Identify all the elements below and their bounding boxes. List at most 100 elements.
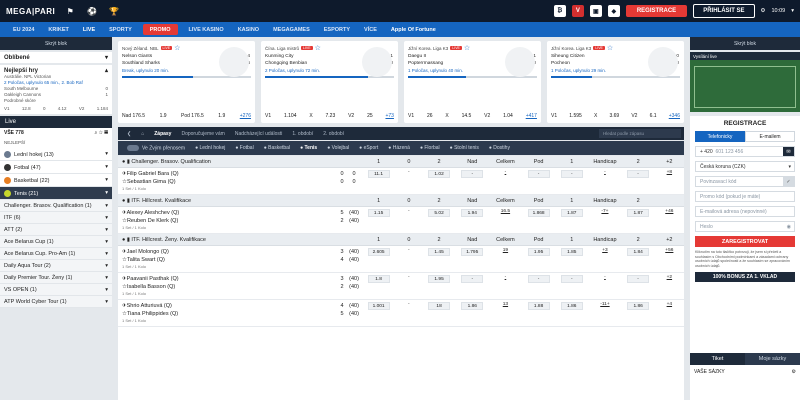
odd-button[interactable]: 11.1 xyxy=(367,170,390,178)
phone-prefix[interactable]: + 420 xyxy=(700,149,713,155)
star-icon[interactable]: ☆ xyxy=(99,130,103,136)
star-icon[interactable]: ☆ xyxy=(174,44,180,52)
odd-value[interactable]: 3.69 xyxy=(609,113,619,119)
odd-button[interactable]: 1.95 xyxy=(527,248,550,256)
shield-icon[interactable]: ◆ xyxy=(607,5,620,17)
odd-button[interactable]: 1.001 xyxy=(367,302,390,310)
detailed-score-link[interactable]: Podrobné skóre xyxy=(4,98,108,104)
odd-button[interactable]: 1.86 xyxy=(560,302,583,310)
league-item[interactable]: VS OPEN (1) ▾ xyxy=(0,284,112,296)
odd-button[interactable]: - xyxy=(627,170,650,178)
gift-icon[interactable]: ▣ xyxy=(589,5,602,17)
match-search-input[interactable]: Hledat podle zápasu xyxy=(599,129,681,138)
toggle-switch[interactable] xyxy=(127,144,139,151)
odd-button[interactable]: - xyxy=(604,275,606,280)
bitcoin-icon[interactable]: ₿ xyxy=(553,5,566,17)
nav-live-kasino[interactable]: LIVE KASINO xyxy=(182,22,231,37)
tab-matches[interactable]: Zápasy xyxy=(149,131,176,137)
odd-button[interactable]: 16.5 xyxy=(501,209,510,214)
odd-value[interactable]: 0 xyxy=(43,106,46,112)
hide-block-button[interactable]: Skrýt blok xyxy=(0,37,112,50)
match-row[interactable]: ✈ Shrio Atturiuvá (Q) 4 (40) ☆ Tiana Philip… xyxy=(118,300,684,327)
odd-button[interactable]: 13 xyxy=(503,302,508,307)
odd-button[interactable]: - xyxy=(527,275,550,283)
chevron-up-icon[interactable]: ▴ xyxy=(105,67,108,74)
register-submit-button[interactable]: ZAREGISTROVAT xyxy=(695,236,795,247)
email-field[interactable]: E-mailová adresa (nepovinné) xyxy=(695,206,795,217)
odd-button[interactable]: +3 xyxy=(602,248,607,253)
odd-button[interactable]: 1.8 xyxy=(367,275,390,283)
odd-value[interactable]: 12.8 xyxy=(22,106,31,112)
more-markets-link[interactable]: +417 xyxy=(526,113,537,119)
odd-button[interactable]: 1.87 xyxy=(560,209,583,217)
odd-button[interactable]: 2.605 xyxy=(367,248,390,256)
tab-my-bets[interactable]: Moje sázky xyxy=(745,353,800,365)
sport-filter[interactable]: ● Dostihy xyxy=(484,145,515,151)
nav-kasino[interactable]: KASINO xyxy=(231,22,266,37)
promo-code-optional-field[interactable]: Promo kód (pokud je máte) xyxy=(695,191,795,202)
odd-button[interactable]: 1.15 xyxy=(367,209,390,217)
settings-icon[interactable]: ⚙ xyxy=(792,369,796,375)
sport-filter[interactable]: ● eSport xyxy=(354,145,383,151)
odd-button[interactable]: 1.87 xyxy=(627,209,650,217)
odd-button[interactable]: 1.868 xyxy=(527,209,550,217)
odd-button[interactable]: 1.02 xyxy=(428,170,451,178)
sport-filter[interactable]: ● Tenis xyxy=(295,145,322,151)
grid-icon[interactable]: ▦ xyxy=(104,130,108,136)
league-item[interactable]: ATT (2) ▾ xyxy=(0,224,112,236)
match-row[interactable]: ✈ Jael Molongo (Q) 3 (40) ☆ Talita Swart (Q… xyxy=(118,246,684,273)
nav-promo[interactable]: PROMO xyxy=(142,24,178,35)
register-button[interactable]: REGISTRACE xyxy=(625,5,688,17)
league-header[interactable]: ● ▮ ITF. Hillcrest. Kvalifikace 1 0 2 Nad Cel… xyxy=(118,195,684,207)
nav-megagames[interactable]: MEGAGAMES xyxy=(266,22,317,37)
tournament-icon[interactable]: 🏆 xyxy=(107,6,121,16)
top-match-card[interactable]: Nový Zéland. NBLLIVE☆Nelson Giants36 14 … xyxy=(118,41,255,123)
search-icon[interactable]: ⌕ xyxy=(95,130,98,136)
sport-filter[interactable]: ● Házená xyxy=(383,145,415,151)
odd-button[interactable]: 1.95 xyxy=(428,275,451,283)
sport-item[interactable]: Lední hokej (13) ▾ xyxy=(0,148,112,161)
star-icon[interactable]: ☆ xyxy=(607,44,613,52)
odd-button[interactable]: - xyxy=(505,275,507,280)
odd-button[interactable]: 1.85 xyxy=(560,248,583,256)
odd-value[interactable]: 25 xyxy=(367,113,373,119)
odd-button[interactable]: 19 xyxy=(503,248,508,253)
back-icon[interactable]: ❮ xyxy=(122,131,136,137)
nav-esporty[interactable]: ESPORTY xyxy=(317,22,357,37)
odd-value[interactable]: 26 xyxy=(427,113,433,119)
sport-item[interactable]: Basketbal (22) ▾ xyxy=(0,174,112,187)
nav-apple-of-fortune[interactable]: Apple Of Fortune xyxy=(384,22,443,37)
odd-button[interactable]: - xyxy=(560,170,583,178)
live-video[interactable]: Vysílání live xyxy=(690,52,800,112)
sport-filter[interactable]: ● Florbal xyxy=(415,145,445,151)
odd-value[interactable]: 1.9 xyxy=(218,113,225,119)
sport-filter[interactable]: ● Fotbal xyxy=(230,145,258,151)
nav-vice[interactable]: VÍCE xyxy=(357,22,384,37)
tab-recommended[interactable]: Doporučujeme vám xyxy=(176,131,229,137)
more-markets-link[interactable]: +56 xyxy=(665,248,673,253)
odd-button[interactable]: 1.86 xyxy=(461,302,484,310)
league-item[interactable]: Ace Belarus Cup (1) ▾ xyxy=(0,236,112,248)
odd-button[interactable]: - xyxy=(505,170,507,175)
league-item[interactable]: ITF (6) ▾ xyxy=(0,212,112,224)
promo-code-field[interactable]: Povinzavací kód ✓ xyxy=(695,176,795,187)
tab-ticket[interactable]: Tiket xyxy=(690,353,745,365)
check-icon[interactable]: ✓ xyxy=(783,177,794,186)
odd-value[interactable]: 1.9 xyxy=(160,113,167,119)
match-row[interactable]: ✈ Filip Gabriel Bara (Q) 0 0 ☆ Sebastian Gi… xyxy=(118,168,684,195)
league-item[interactable]: Ace Belarus Cup. Pro-Am (1) ▾ xyxy=(0,248,112,260)
tab-period-1[interactable]: 1. období xyxy=(287,131,318,137)
flag-icon[interactable]: ⚑ xyxy=(63,6,77,16)
star-icon[interactable]: ☆ xyxy=(315,44,321,52)
match-row[interactable]: ✈ Paavanii Pasthak (Q) 3 (40) ☆ Isabella Ba… xyxy=(118,273,684,300)
sport-filter[interactable]: ● Volejbal xyxy=(322,145,354,151)
more-markets-link[interactable]: +346 xyxy=(669,113,680,119)
odd-button[interactable]: 1.94 xyxy=(461,209,484,217)
top-match-card[interactable]: Jižní Korea. Liga K3 LIVE ☆ Daegu II 1 Popter… xyxy=(404,41,541,123)
odd-value[interactable]: 1.184 xyxy=(97,106,108,112)
odd-button[interactable]: - xyxy=(527,170,550,178)
currency-select[interactable]: Česká koruna (CZK) ▾ xyxy=(695,161,795,172)
tab-period-2[interactable]: 2. období xyxy=(318,131,349,137)
user-icon[interactable]: ▾ xyxy=(791,8,794,14)
odd-button[interactable]: 1.88 xyxy=(527,302,550,310)
